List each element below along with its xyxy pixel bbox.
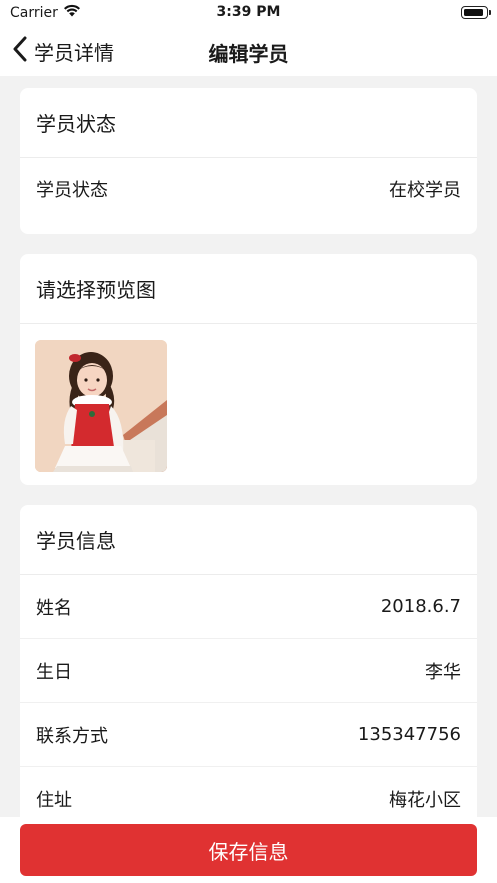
save-button[interactable]: 保存信息: [20, 824, 477, 876]
info-section-header: 学员信息: [20, 505, 477, 575]
status-time: 3:39 PM: [216, 4, 281, 20]
photo-section-header: 请选择预览图: [20, 254, 477, 324]
status-bar: Carrier 3:39 PM: [0, 0, 497, 26]
bottom-bar: 保存信息: [0, 817, 497, 883]
status-row[interactable]: 学员状态 在校学员: [20, 158, 477, 220]
page-title: 编辑学员: [208, 42, 289, 66]
birthday-value: 李华: [425, 661, 461, 683]
info-row-name[interactable]: 姓名 2018.6.7: [20, 575, 477, 639]
birthday-label: 生日: [36, 661, 72, 683]
status-value: 在校学员: [389, 180, 461, 201]
contact-label: 联系方式: [36, 725, 108, 747]
address-value: 梅花小区: [389, 790, 461, 811]
photo-card: 请选择预览图: [20, 254, 477, 485]
address-label: 住址: [36, 790, 72, 811]
status-card: 学员状态 学员状态 在校学员: [20, 88, 477, 234]
preview-photo[interactable]: [35, 340, 167, 472]
battery-icon: [461, 6, 491, 19]
status-label: 学员状态: [36, 180, 108, 201]
info-row-birthday[interactable]: 生日 李华: [20, 639, 477, 703]
name-value: 2018.6.7: [380, 596, 461, 617]
contact-value: 135347756: [357, 724, 461, 745]
status-section-header: 学员状态: [20, 88, 477, 158]
info-row-contact[interactable]: 联系方式 135347756: [20, 703, 477, 767]
navigation-bar: 学员详情 编辑学员: [0, 26, 497, 76]
name-label: 姓名: [36, 597, 72, 619]
screen: Carrier 3:39 PM 学员详情 编辑学员 学员状态 学员状态 在校学员…: [0, 0, 497, 883]
